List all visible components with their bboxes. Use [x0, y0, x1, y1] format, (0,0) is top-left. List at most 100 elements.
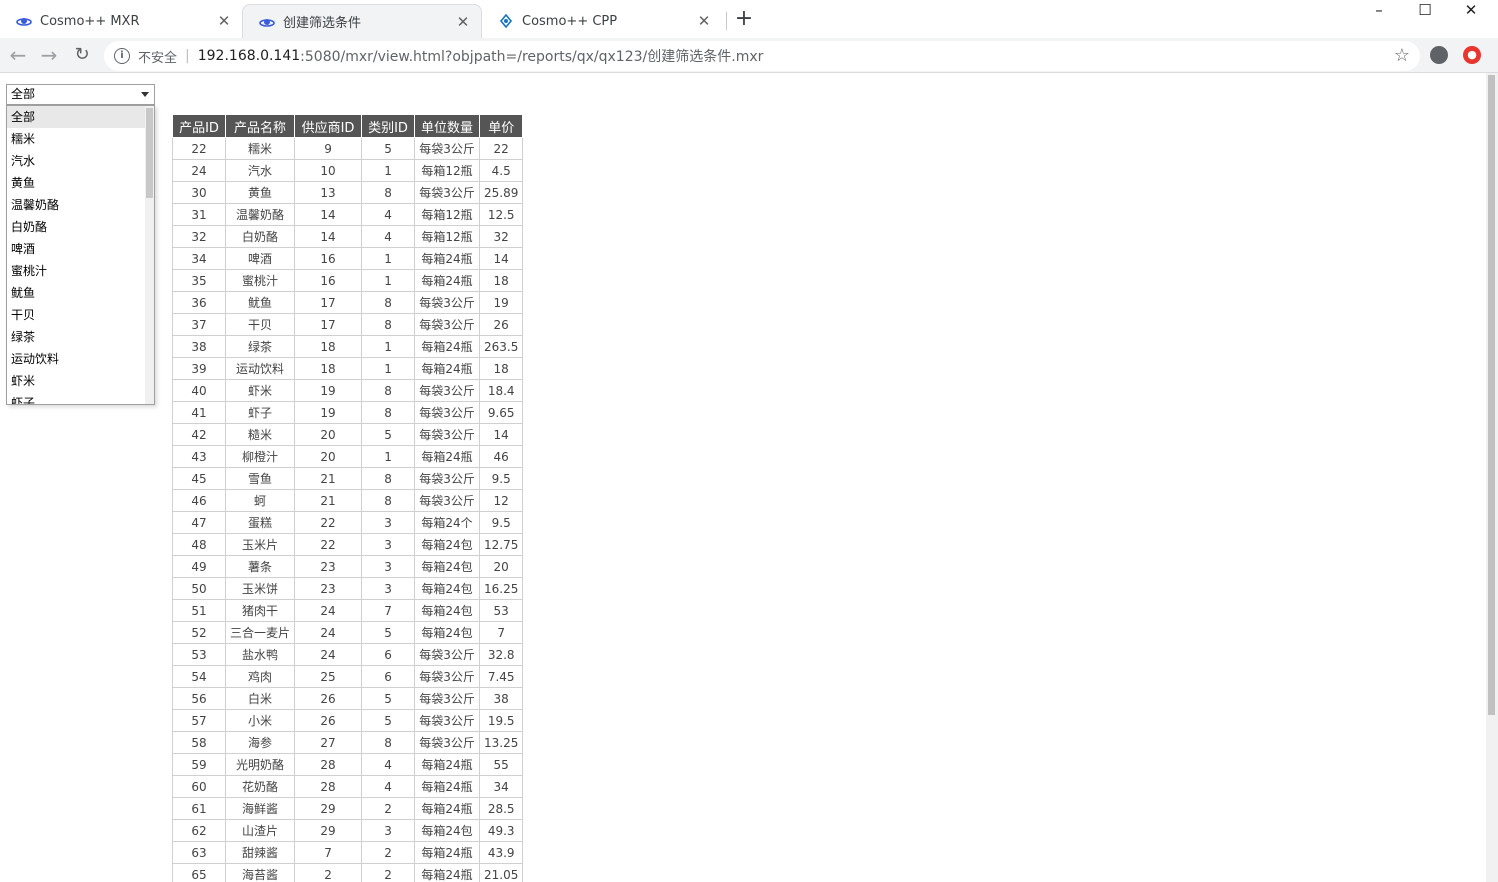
filter-option[interactable]: 汽水 — [7, 150, 154, 172]
profile-avatar-icon[interactable] — [1430, 46, 1448, 64]
table-cell: 21 — [294, 489, 363, 512]
table-cell: 蚵 — [224, 489, 296, 512]
table-cell: 28.5 — [479, 797, 524, 820]
table-cell: 9.65 — [479, 401, 524, 424]
table-cell: 4 — [361, 203, 416, 226]
table-cell: 每箱12瓶 — [414, 203, 481, 226]
table-cell: 16 — [294, 247, 363, 270]
table-cell: 盐水鸭 — [224, 643, 296, 666]
tab-separator — [726, 12, 727, 30]
new-tab-button[interactable]: + — [734, 8, 754, 32]
table-cell: 51 — [172, 599, 226, 622]
column-header[interactable]: 类别ID — [361, 114, 416, 138]
table-cell: 每袋3公斤 — [414, 467, 481, 490]
table-cell: 9.5 — [479, 511, 524, 534]
table-cell: 虾米 — [224, 379, 296, 402]
filter-option[interactable]: 温馨奶酪 — [7, 194, 154, 216]
back-arrow-icon[interactable]: ← — [6, 43, 30, 67]
tab-cosmo-cpp[interactable]: Cosmo++ CPP ✕ — [482, 4, 722, 38]
table-cell: 汽水 — [224, 159, 296, 182]
table-row: 63 甜辣酱 7 2 每箱24瓶 43.9 — [172, 841, 524, 864]
table-cell: 干贝 — [224, 313, 296, 336]
filter-option[interactable]: 绿茶 — [7, 326, 154, 348]
maximize-button[interactable]: ☐ — [1402, 0, 1448, 22]
filter-option[interactable]: 蜜桃汁 — [7, 260, 154, 282]
table-cell: 花奶酪 — [224, 775, 296, 798]
info-icon[interactable]: i — [114, 48, 130, 64]
table-cell: 22 — [294, 511, 363, 534]
filter-option[interactable]: 黄鱼 — [7, 172, 154, 194]
filter-option[interactable]: 运动饮料 — [7, 348, 154, 370]
table-cell: 小米 — [224, 709, 296, 732]
tab-create-filter[interactable]: 创建筛选条件 ✕ — [242, 4, 482, 38]
filter-option[interactable]: 啤酒 — [7, 238, 154, 260]
table-cell: 10 — [294, 159, 363, 182]
close-tab-icon[interactable]: ✕ — [216, 13, 232, 29]
table-cell: 42 — [172, 423, 226, 446]
bookmark-star-icon[interactable]: ☆ — [1394, 45, 1410, 66]
table-cell: 65 — [172, 863, 226, 882]
table-cell: 12 — [479, 489, 524, 512]
table-cell: 1 — [361, 269, 416, 292]
filter-option[interactable]: 干贝 — [7, 304, 154, 326]
table-cell: 5 — [361, 423, 416, 446]
close-tab-icon[interactable]: ✕ — [455, 14, 471, 30]
table-row: 42 糙米 20 5 每袋3公斤 14 — [172, 423, 524, 446]
forward-arrow-icon[interactable]: → — [37, 43, 61, 67]
filter-option[interactable]: 全部 — [7, 106, 154, 128]
address-bar[interactable]: i 不安全 | 192.168.0.141 :5080/mxr/view.htm… — [104, 41, 1420, 71]
table-cell: 22 — [172, 137, 226, 160]
filter-option[interactable]: 虾子 — [7, 392, 154, 404]
table-cell: 31 — [172, 203, 226, 226]
column-header[interactable]: 产品名称 — [224, 114, 296, 138]
table-cell: 3 — [361, 577, 416, 600]
table-cell: 24 — [294, 643, 363, 666]
table-cell: 32 — [479, 225, 524, 248]
table-cell: 9.5 — [479, 467, 524, 490]
table-cell: 每袋3公斤 — [414, 379, 481, 402]
filter-option[interactable]: 虾米 — [7, 370, 154, 392]
page-scroll-thumb[interactable] — [1488, 75, 1495, 715]
table-cell: 13.25 — [479, 731, 524, 754]
tab-cosmo-mxr[interactable]: Cosmo++ MXR ✕ — [0, 4, 242, 38]
column-header[interactable]: 供应商ID — [294, 114, 363, 138]
table-cell: 雪鱼 — [224, 467, 296, 490]
close-tab-icon[interactable]: ✕ — [696, 13, 712, 29]
url-path: :5080/mxr/view.html?objpath=/reports/qx/… — [300, 49, 764, 65]
table-cell: 8 — [361, 181, 416, 204]
table-cell: 每袋3公斤 — [414, 665, 481, 688]
list-scrollbar[interactable] — [145, 106, 154, 404]
filter-option[interactable]: 白奶酪 — [7, 216, 154, 238]
page-scrollbar[interactable] — [1486, 73, 1498, 882]
filter-option[interactable]: 鱿鱼 — [7, 282, 154, 304]
column-header[interactable]: 单价 — [479, 114, 524, 138]
table-row: 51 猪肉干 24 7 每箱24包 53 — [172, 599, 524, 622]
table-cell: 白奶酪 — [224, 225, 296, 248]
minimize-button[interactable]: – — [1356, 0, 1402, 22]
table-cell: 29 — [294, 797, 363, 820]
filter-option[interactable]: 糯米 — [7, 128, 154, 150]
table-cell: 4 — [361, 753, 416, 776]
reload-icon[interactable]: ↻ — [70, 43, 94, 67]
table-cell: 1 — [361, 335, 416, 358]
table-cell: 每袋3公斤 — [414, 181, 481, 204]
close-window-button[interactable]: ✕ — [1448, 0, 1494, 22]
table-cell: 8 — [361, 379, 416, 402]
table-cell: 每箱24包 — [414, 533, 481, 556]
list-scroll-thumb[interactable] — [146, 108, 153, 198]
cpp-logo-icon — [498, 13, 514, 29]
table-cell: 47 — [172, 511, 226, 534]
table-row: 56 白米 26 5 每袋3公斤 38 — [172, 687, 524, 710]
table-cell: 29 — [294, 819, 363, 842]
product-filter-select[interactable]: 全部 — [6, 84, 155, 105]
extension-icon[interactable]: ● — [1463, 46, 1481, 64]
table-cell: 每箱24瓶 — [414, 335, 481, 358]
table-cell: 薯条 — [224, 555, 296, 578]
column-header[interactable]: 产品ID — [172, 114, 226, 138]
table-cell: 猪肉干 — [224, 599, 296, 622]
table-row: 60 花奶酪 28 4 每箱24瓶 34 — [172, 775, 524, 798]
filter-options-list[interactable]: 全部 糯米 汽水 黄鱼 温馨奶酪 白奶酪 啤酒 蜜桃汁 鱿鱼 干贝 绿茶 运动饮料 虾米 虾子 — [6, 105, 155, 405]
table-cell: 35 — [172, 269, 226, 292]
table-cell: 53 — [479, 599, 524, 622]
column-header[interactable]: 单位数量 — [414, 114, 481, 138]
